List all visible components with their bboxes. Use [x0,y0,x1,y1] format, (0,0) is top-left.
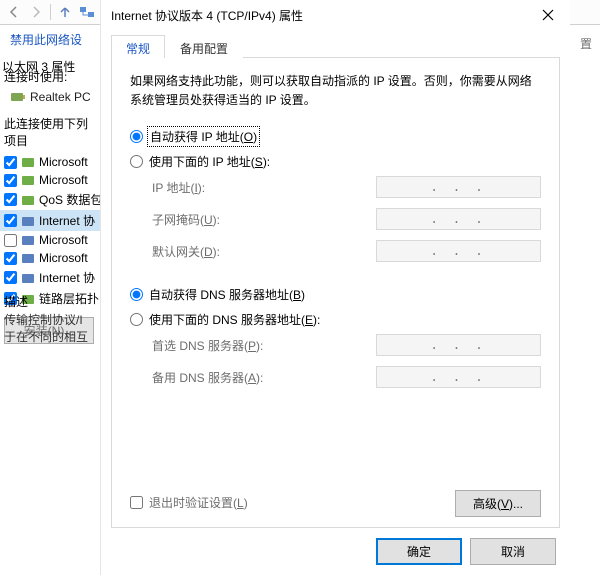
validate-on-exit-row[interactable]: 退出时验证设置(L) [130,490,248,515]
item-label: Microsoft [39,173,88,187]
adapter-row: Realtek PC [0,89,100,105]
ip-manual-label: 使用下面的 IP 地址(S): [149,153,270,170]
gateway-input[interactable]: . . . [376,240,541,262]
alternate-dns-input[interactable]: . . . [376,366,541,388]
component-icon [21,173,35,187]
ip-address-label: IP 地址(I): [152,179,205,196]
dns-auto-radio-row[interactable]: 自动获得 DNS 服务器地址(B) [130,282,541,307]
nic-icon [10,89,26,105]
network-icon [79,4,95,20]
subnet-mask-field: 子网掩码(U): . . . [152,208,541,230]
item-checkbox[interactable] [4,193,17,206]
item-label: Microsoft [39,251,88,265]
item-label: QoS 数据包 [39,191,102,208]
alternate-dns-label: 备用 DNS 服务器(A): [152,369,263,386]
adapter-name: Realtek PC [30,90,91,104]
validate-on-exit-label: 退出时验证设置(L) [149,494,248,511]
ip-address-input[interactable]: . . . [376,176,541,198]
ip-auto-radio-row[interactable]: 自动获得 IP 地址(O) [130,124,541,149]
description-title: 描述 [4,289,104,312]
component-icon [21,155,35,169]
item-checkbox[interactable] [4,214,17,227]
component-icon [21,193,35,207]
dns-manual-radio[interactable] [130,313,143,326]
dns-auto-radio[interactable] [130,288,143,301]
gateway-label: 默认网关(D): [152,243,220,260]
item-checkbox[interactable] [4,156,17,169]
cancel-button[interactable]: 取消 [470,538,556,565]
ip-manual-radio-row[interactable]: 使用下面的 IP 地址(S): [130,149,541,174]
settings-truncated-label: 置 [580,35,592,52]
list-item[interactable]: Internet 协 [0,267,100,288]
item-checkbox[interactable] [4,252,17,265]
item-checkbox[interactable] [4,174,17,187]
list-item[interactable]: Microsoft [0,153,100,171]
alternate-dns-field: 备用 DNS 服务器(A): . . . [152,366,541,388]
dns-manual-radio-row[interactable]: 使用下面的 DNS 服务器地址(E): [130,307,541,332]
back-icon[interactable] [6,4,22,20]
list-item[interactable]: Microsoft [0,171,100,189]
description-text: 如果网络支持此功能，则可以获取自动指派的 IP 设置。否则，你需要从网络系统管理… [130,72,541,110]
validate-on-exit-checkbox[interactable] [130,496,143,509]
ip-auto-label: 自动获得 IP 地址(O) [149,128,258,145]
item-label: Internet 协 [39,212,95,229]
items-checklist[interactable]: Microsoft Microsoft QoS 数据包 Internet 协 Micro… [0,151,100,311]
advanced-button[interactable]: 高级(V)... [455,490,541,517]
component-icon [21,271,35,285]
tabs: 常规 备用配置 [111,34,560,58]
list-item[interactable]: Internet 协 [0,210,100,231]
dialog-title: Internet 协议版本 4 (TCP/IPv4) 属性 [111,7,303,24]
subnet-mask-label: 子网掩码(U): [152,211,220,228]
list-item[interactable]: Microsoft [0,231,100,249]
preferred-dns-label: 首选 DNS 服务器(P): [152,337,263,354]
preferred-dns-input[interactable]: . . . [376,334,541,356]
ip-manual-radio[interactable] [130,155,143,168]
list-item[interactable]: Microsoft [0,249,100,267]
ip-address-field: IP 地址(I): . . . [152,176,541,198]
component-icon [21,233,35,247]
ok-button[interactable]: 确定 [376,538,462,565]
component-icon [21,214,35,228]
forward-icon[interactable] [28,4,44,20]
items-label: 此连接使用下列项目 [0,105,100,151]
close-icon [542,9,554,21]
ipv4-properties-dialog: Internet 协议版本 4 (TCP/IPv4) 属性 常规 备用配置 如果… [100,0,570,575]
dns-auto-label: 自动获得 DNS 服务器地址(B) [149,286,305,303]
item-checkbox[interactable] [4,271,17,284]
up-icon[interactable] [57,4,73,20]
close-button[interactable] [528,1,568,29]
ip-auto-radio[interactable] [130,130,143,143]
tab-alternate[interactable]: 备用配置 [165,35,243,58]
disable-network-link[interactable]: 禁用此网络设 [10,31,82,48]
description-line1: 传输控制协议/I [4,312,104,329]
list-item[interactable]: QoS 数据包 [0,189,100,210]
dns-manual-label: 使用下面的 DNS 服务器地址(E): [149,311,320,328]
component-icon [21,251,35,265]
item-label: Internet 协 [39,269,95,286]
tab-general[interactable]: 常规 [111,35,165,58]
ip-group: 自动获得 IP 地址(O) 使用下面的 IP 地址(S): IP 地址(I): … [130,124,541,268]
connect-using-label: 连接时使用: [0,60,100,89]
subnet-mask-input[interactable]: . . . [376,208,541,230]
preferred-dns-field: 首选 DNS 服务器(P): . . . [152,334,541,356]
item-checkbox[interactable] [4,234,17,247]
dns-group: 自动获得 DNS 服务器地址(B) 使用下面的 DNS 服务器地址(E): 首选… [130,282,541,394]
item-label: Microsoft [39,233,88,247]
description-line2: 于在不同的相互 [4,329,104,346]
gateway-field: 默认网关(D): . . . [152,240,541,262]
item-label: Microsoft [39,155,88,169]
